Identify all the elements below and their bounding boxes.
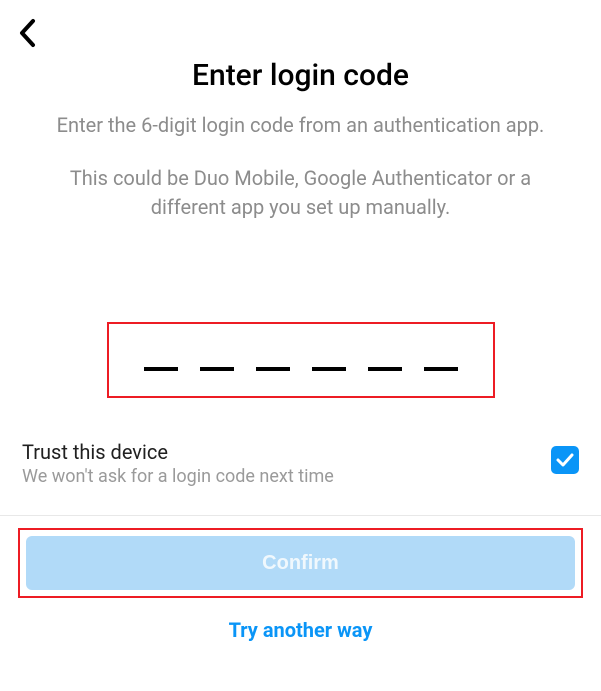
trust-device-row: Trust this device We won't ask for a log…	[22, 440, 579, 487]
confirm-button-label: Confirm	[262, 552, 339, 575]
code-digit-placeholder	[200, 367, 234, 371]
code-input-highlight	[0, 322, 601, 398]
chevron-left-icon	[18, 18, 36, 48]
instruction-text-1: Enter the 6-digit login code from an aut…	[40, 111, 561, 140]
page-title: Enter login code	[0, 58, 601, 93]
trust-device-title: Trust this device	[22, 440, 551, 464]
instruction-text-2: This could be Duo Mobile, Google Authent…	[40, 164, 561, 222]
confirm-button-highlight: Confirm	[18, 528, 583, 598]
code-digit-placeholder	[368, 367, 402, 371]
code-group-2	[312, 349, 458, 371]
code-input[interactable]	[107, 322, 495, 398]
trust-device-checkbox[interactable]	[551, 446, 579, 474]
confirm-button[interactable]: Confirm	[26, 536, 575, 590]
trust-device-text: Trust this device We won't ask for a log…	[22, 440, 551, 487]
code-digit-placeholder	[424, 367, 458, 371]
code-digit-placeholder	[312, 367, 346, 371]
back-button[interactable]	[18, 18, 36, 48]
checkmark-icon	[555, 450, 575, 470]
code-group-1	[144, 349, 290, 371]
trust-device-subtitle: We won't ask for a login code next time	[22, 466, 551, 487]
code-digit-placeholder	[144, 367, 178, 371]
try-another-way-link[interactable]: Try another way	[229, 618, 373, 642]
divider	[0, 515, 601, 516]
code-digit-placeholder	[256, 367, 290, 371]
